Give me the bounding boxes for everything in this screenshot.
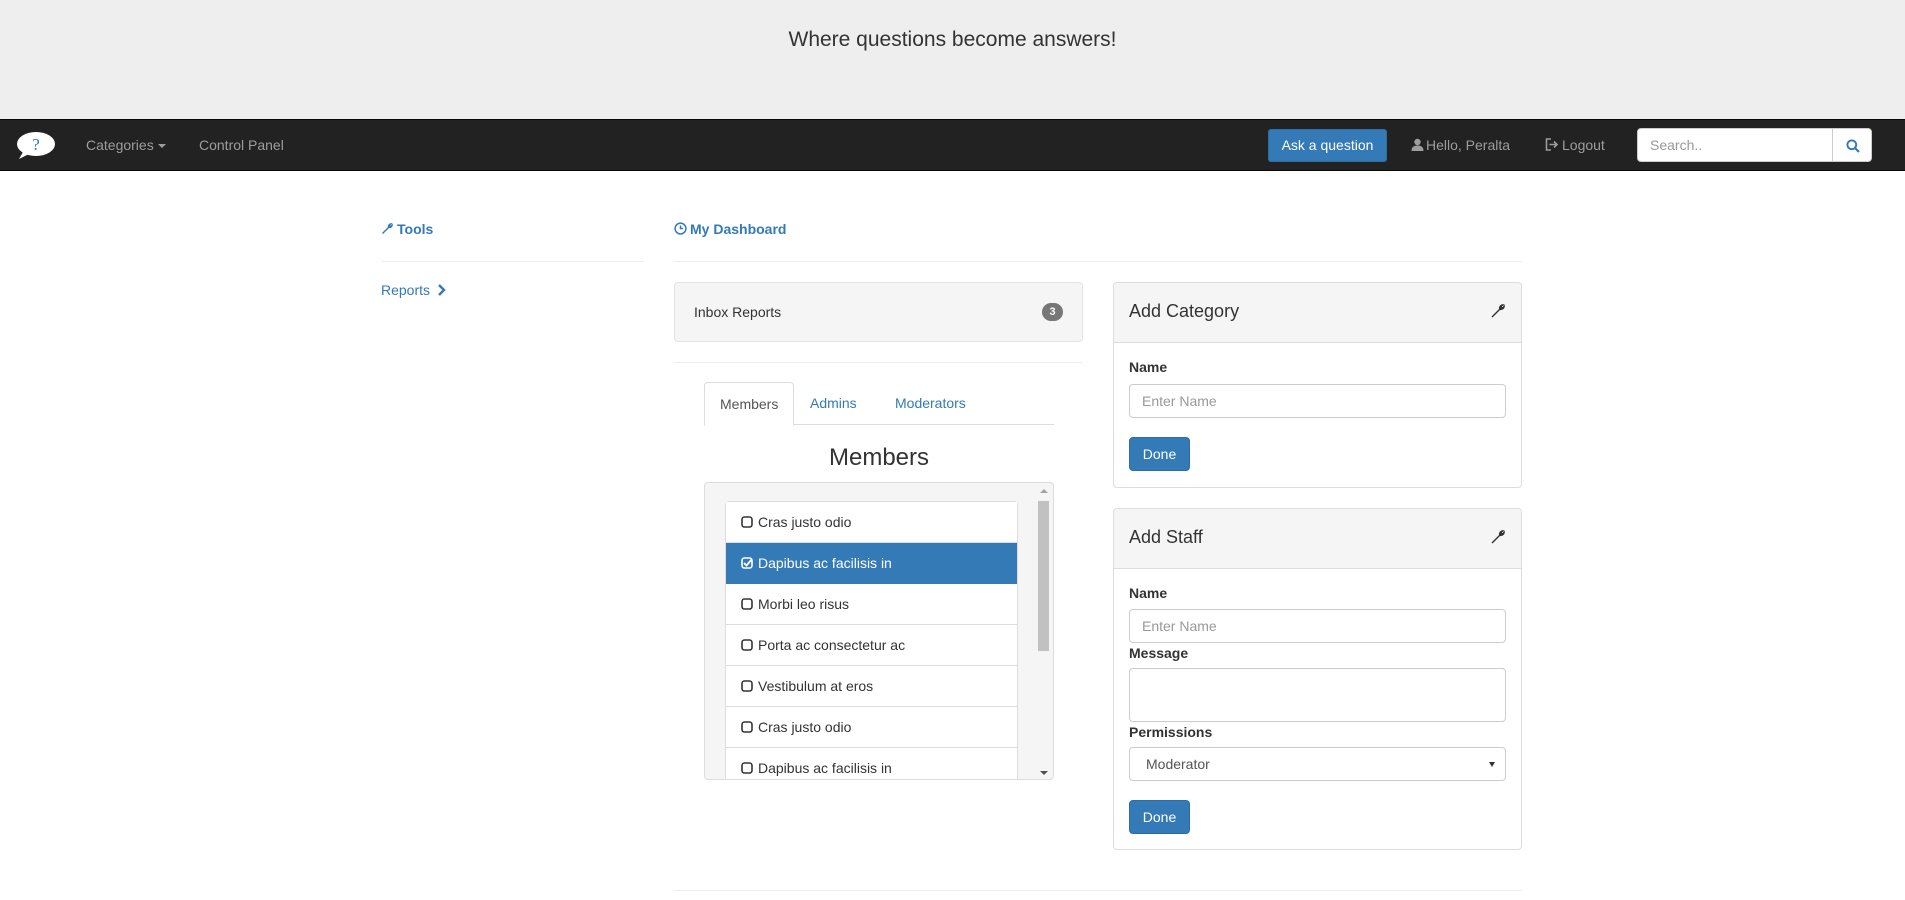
user-greeting: Hello, Peralta	[1426, 137, 1511, 153]
scrollbar-thumb[interactable]	[1038, 501, 1049, 651]
user-type-tabs: Members Admins Moderators	[704, 382, 1054, 426]
scroll-down-arrow-icon[interactable]	[1040, 771, 1048, 775]
add-category-panel: Add Category Name Done	[1113, 282, 1522, 488]
user-icon	[1411, 138, 1424, 151]
add-staff-header: Add Staff	[1114, 509, 1521, 569]
search-button[interactable]	[1832, 128, 1872, 162]
member-item[interactable]: Vestibulum at eros	[726, 666, 1017, 707]
footer-divider	[674, 890, 1522, 891]
dropdown-arrow-icon	[1489, 762, 1495, 767]
logout-link[interactable]: Logout	[1545, 120, 1605, 170]
member-name: Dapibus ac facilisis in	[758, 760, 892, 776]
member-item[interactable]: Cras justo odio	[726, 502, 1017, 543]
clock-icon	[674, 222, 687, 235]
tab-moderators[interactable]: Moderators	[880, 382, 981, 425]
tab-admins[interactable]: Admins	[795, 382, 872, 425]
members-list-container[interactable]: Cras justo odio Dapibus ac facilisis in …	[704, 482, 1054, 780]
members-list: Cras justo odio Dapibus ac facilisis in …	[725, 501, 1018, 779]
scroll-up-arrow-icon[interactable]	[1040, 489, 1048, 493]
svg-text:?: ?	[32, 135, 40, 154]
tools-heading: Tools	[381, 221, 433, 237]
category-name-label: Name	[1129, 359, 1168, 375]
checkbox-unchecked-icon	[741, 721, 753, 733]
reports-link[interactable]: Reports	[381, 282, 446, 298]
dashboard-divider	[674, 261, 1522, 262]
member-name: Cras justo odio	[758, 514, 852, 530]
question-bubble-logo-icon[interactable]: ?	[15, 130, 57, 160]
add-staff-done-button[interactable]: Done	[1129, 800, 1190, 834]
wrench-icon	[382, 223, 393, 234]
checkbox-unchecked-icon	[741, 598, 753, 610]
inbox-reports-item[interactable]: Inbox Reports 3	[674, 282, 1083, 342]
user-menu-link[interactable]: Hello, Peralta	[1411, 120, 1510, 170]
staff-name-input[interactable]	[1129, 609, 1506, 643]
permissions-select[interactable]: Moderator	[1129, 747, 1506, 781]
search-input[interactable]	[1637, 128, 1833, 162]
add-category-header: Add Category	[1114, 283, 1521, 343]
inbox-reports-label: Inbox Reports	[694, 304, 782, 320]
inbox-count-badge: 3	[1042, 303, 1063, 321]
member-name: Dapibus ac facilisis in	[758, 555, 892, 571]
logout-icon	[1545, 138, 1559, 151]
category-name-input[interactable]	[1129, 384, 1506, 418]
add-staff-panel: Add Staff Name Message Permissions Moder…	[1113, 508, 1522, 850]
add-category-title: Add Category	[1129, 301, 1240, 321]
reports-label: Reports	[381, 282, 431, 298]
member-name: Porta ac consectetur ac	[758, 637, 906, 653]
wrench-icon	[1491, 304, 1505, 318]
add-staff-title: Add Staff	[1129, 527, 1203, 547]
member-item[interactable]: Morbi leo risus	[726, 584, 1017, 625]
dashboard-heading: My Dashboard	[674, 221, 786, 237]
checkbox-unchecked-icon	[741, 762, 753, 774]
permissions-label: Permissions	[1129, 724, 1213, 740]
search-icon	[1846, 139, 1860, 153]
inbox-divider	[674, 362, 1083, 363]
member-item[interactable]: Porta ac consectetur ac	[726, 625, 1017, 666]
add-category-done-button[interactable]: Done	[1129, 437, 1190, 471]
checkbox-unchecked-icon	[741, 516, 753, 528]
member-item-selected[interactable]: Dapibus ac facilisis in	[726, 543, 1017, 584]
hero-tagline: Where questions become answers!	[788, 28, 1117, 51]
members-scrollbar[interactable]	[1036, 485, 1051, 779]
staff-message-label: Message	[1129, 645, 1189, 661]
tab-members[interactable]: Members	[704, 382, 795, 426]
members-heading: Members	[828, 444, 930, 471]
staff-name-label: Name	[1129, 585, 1168, 601]
checkbox-unchecked-icon	[741, 680, 753, 692]
sidebar-divider	[381, 261, 644, 262]
wrench-icon	[1491, 530, 1505, 544]
dashboard-title: My Dashboard	[690, 221, 787, 237]
checkbox-unchecked-icon	[741, 639, 753, 651]
categories-label: Categories	[86, 137, 154, 153]
hero-banner: Where questions become answers!	[0, 0, 1905, 119]
top-navbar: ? Categories Control Panel Ask a questio…	[0, 119, 1905, 171]
ask-question-button[interactable]: Ask a question	[1268, 129, 1387, 162]
logout-label: Logout	[1562, 137, 1605, 153]
checkbox-checked-icon	[741, 557, 753, 569]
control-panel-link[interactable]: Control Panel	[199, 120, 284, 170]
member-name: Morbi leo risus	[758, 596, 850, 612]
member-item[interactable]: Dapibus ac facilisis in	[726, 748, 1017, 779]
member-name: Vestibulum at eros	[758, 678, 874, 694]
tools-label: Tools	[397, 221, 434, 237]
caret-down-icon	[157, 144, 166, 149]
permissions-selected-value: Moderator	[1146, 756, 1210, 772]
chevron-right-icon	[438, 284, 446, 296]
staff-message-textarea[interactable]	[1129, 668, 1506, 722]
member-name: Cras justo odio	[758, 719, 852, 735]
member-item[interactable]: Cras justo odio	[726, 707, 1017, 748]
categories-dropdown[interactable]: Categories	[86, 120, 166, 170]
